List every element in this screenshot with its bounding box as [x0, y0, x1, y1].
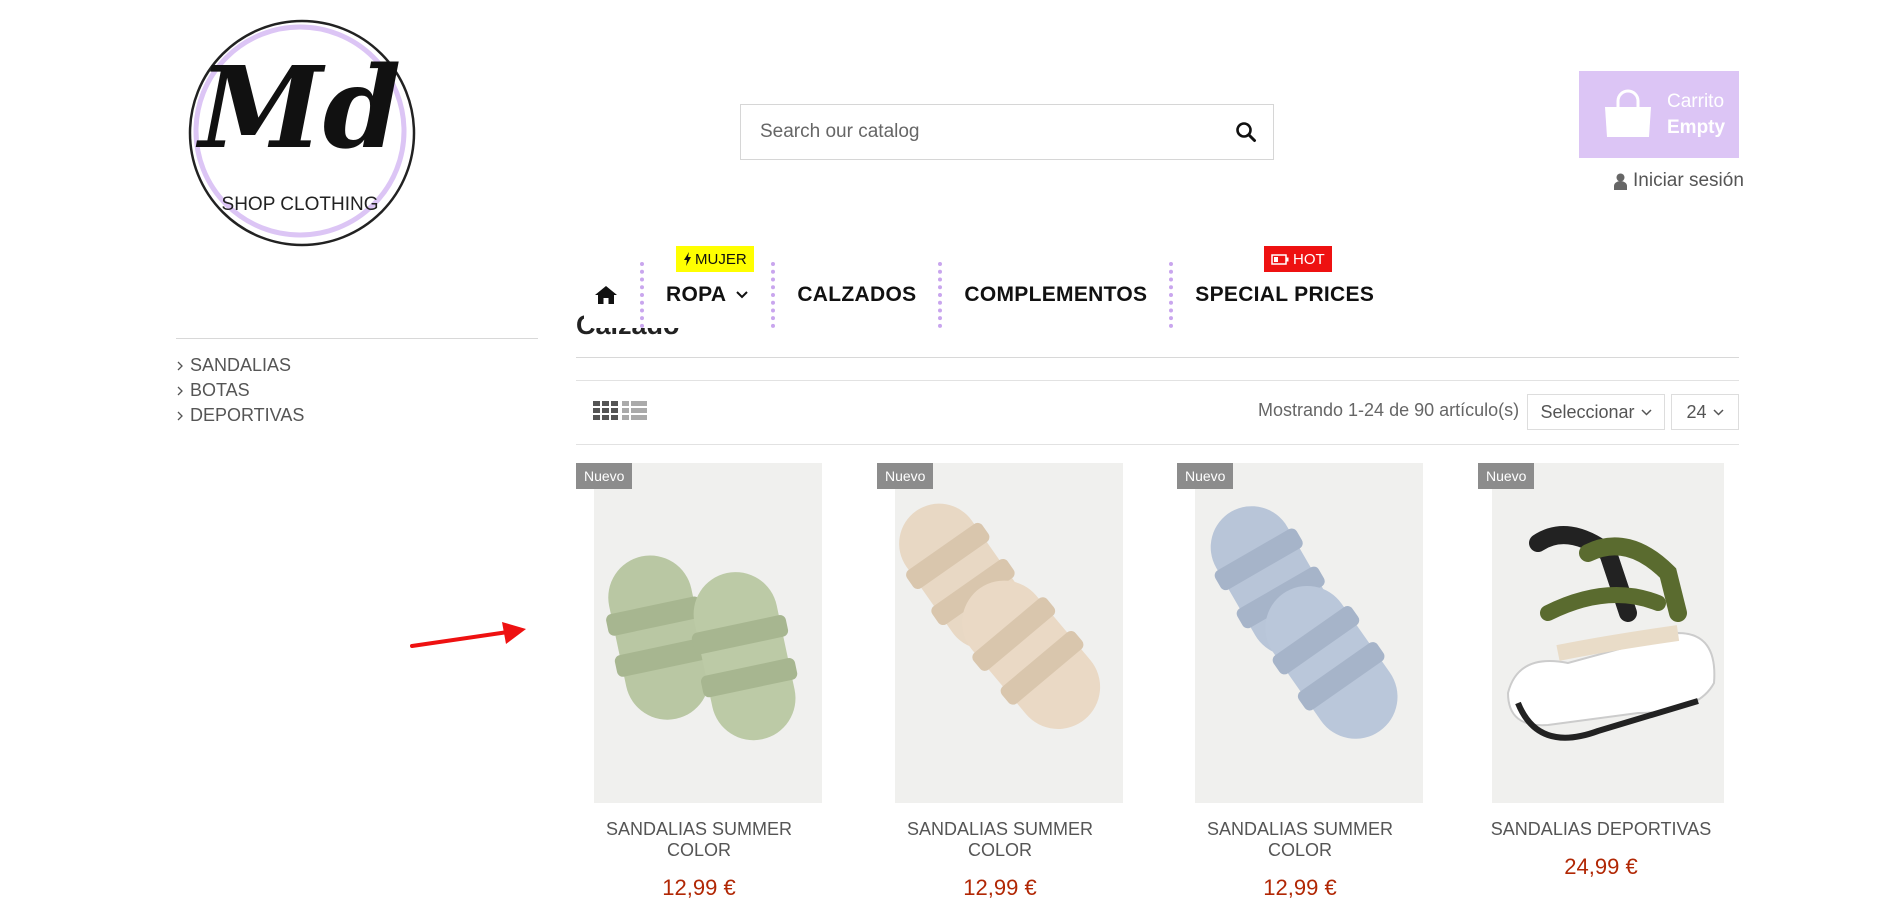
- product-price: 12,99 €: [662, 875, 736, 900]
- product-image[interactable]: Nuevo: [576, 463, 822, 803]
- chevron-down-icon: [1712, 408, 1724, 416]
- sidebar-item-deportivas[interactable]: DEPORTIVAS: [176, 403, 304, 428]
- sidebar-item-label: SANDALIAS: [190, 355, 292, 375]
- product-name-line: COLOR: [666, 840, 731, 860]
- product-name[interactable]: SANDALIAS SUMMER COLOR: [576, 819, 822, 861]
- cart-button[interactable]: Carrito Empty: [1579, 71, 1739, 158]
- sort-select[interactable]: Seleccionar: [1527, 394, 1665, 430]
- product-price: 12,99 €: [1263, 875, 1337, 900]
- product-price: 12,99 €: [963, 875, 1037, 900]
- search-icon[interactable]: [1235, 121, 1257, 143]
- product-image[interactable]: Nuevo: [877, 463, 1123, 803]
- menu-item-label: SPECIAL PRICES: [1195, 283, 1375, 306]
- product-image[interactable]: Nuevo: [1478, 463, 1724, 803]
- list-view-icon[interactable]: [622, 400, 648, 422]
- divider: [176, 338, 538, 339]
- login-link[interactable]: Iniciar sesión: [1614, 168, 1744, 194]
- chevron-down-icon: [1641, 408, 1652, 416]
- new-badge: Nuevo: [877, 463, 934, 489]
- battery-icon: [1271, 253, 1289, 265]
- cart-status: Empty: [1667, 117, 1726, 138]
- results-count: Mostrando 1-24 de 90 artículo(s): [1258, 400, 1520, 420]
- product-name-line: SANDALIAS SUMMER: [906, 819, 1094, 839]
- menu-item-label: CALZADOS: [797, 283, 917, 306]
- search-input[interactable]: [741, 105, 1230, 159]
- user-icon: [1614, 173, 1627, 190]
- divider: [576, 357, 1739, 358]
- divider: [576, 444, 1739, 445]
- menu-home[interactable]: [584, 262, 640, 328]
- logo-mark: Md SHOP CLOTHING: [188, 19, 416, 247]
- chevron-right-icon: [177, 411, 183, 420]
- bolt-icon: [684, 252, 691, 266]
- new-badge: Nuevo: [1177, 463, 1234, 489]
- menu-item-complementos[interactable]: COMPLEMENTOS: [942, 262, 1169, 328]
- product-name-line: SANDALIAS DEPORTIVAS: [1490, 819, 1712, 839]
- shop-logo[interactable]: Md SHOP CLOTHING: [186, 17, 418, 249]
- menu-item-calzados[interactable]: CALZADOS: [775, 262, 938, 328]
- new-badge: Nuevo: [576, 463, 633, 489]
- divider: [576, 380, 1739, 381]
- sidebar-item-sandalias[interactable]: SANDALIAS: [176, 353, 304, 378]
- chevron-down-icon: [736, 291, 749, 299]
- sidebar-item-botas[interactable]: BOTAS: [176, 378, 304, 403]
- sidebar-categories: SANDALIAS BOTAS DEPORTIVAS: [176, 353, 304, 428]
- per-page-select[interactable]: 24: [1671, 394, 1739, 430]
- menu-item-label: ROPA: [666, 283, 727, 306]
- menu-badge-hot: HOT: [1264, 246, 1332, 272]
- product-name-line: SANDALIAS SUMMER: [605, 819, 793, 839]
- chevron-right-icon: [177, 361, 183, 370]
- product-name[interactable]: SANDALIAS DEPORTIVAS: [1478, 819, 1724, 840]
- sidebar-item-label: BOTAS: [190, 380, 250, 400]
- sidebar-item-label: DEPORTIVAS: [190, 405, 305, 425]
- login-label: Iniciar sesión: [1633, 170, 1744, 191]
- product-image[interactable]: Nuevo: [1177, 463, 1423, 803]
- annotation-arrow-icon: [410, 622, 526, 648]
- chevron-right-icon: [177, 386, 183, 395]
- sort-select-label: Seleccionar: [1540, 401, 1635, 422]
- menu-item-label: COMPLEMENTOS: [964, 283, 1148, 306]
- cart-label: Carrito: [1667, 91, 1725, 112]
- badge-label: MUJER: [695, 250, 747, 268]
- logo-monogram: Md: [195, 43, 401, 174]
- product-name[interactable]: SANDALIAS SUMMER COLOR: [1177, 819, 1423, 861]
- per-page-value: 24: [1686, 401, 1707, 422]
- search-bar: [740, 104, 1274, 160]
- home-icon: [595, 286, 617, 304]
- shopping-bag-icon: [1605, 89, 1651, 137]
- product-name-line: COLOR: [1267, 840, 1332, 860]
- grid-view-icon[interactable]: [593, 400, 619, 422]
- product-price: 24,99 €: [1564, 854, 1638, 879]
- new-badge: Nuevo: [1478, 463, 1535, 489]
- product-name-line: COLOR: [967, 840, 1032, 860]
- product-name-line: SANDALIAS SUMMER: [1206, 819, 1394, 839]
- badge-label: HOT: [1293, 250, 1325, 268]
- product-name[interactable]: SANDALIAS SUMMER COLOR: [877, 819, 1123, 861]
- menu-badge-mujer: MUJER: [676, 246, 754, 272]
- logo-subtitle: SHOP CLOTHING: [222, 194, 379, 215]
